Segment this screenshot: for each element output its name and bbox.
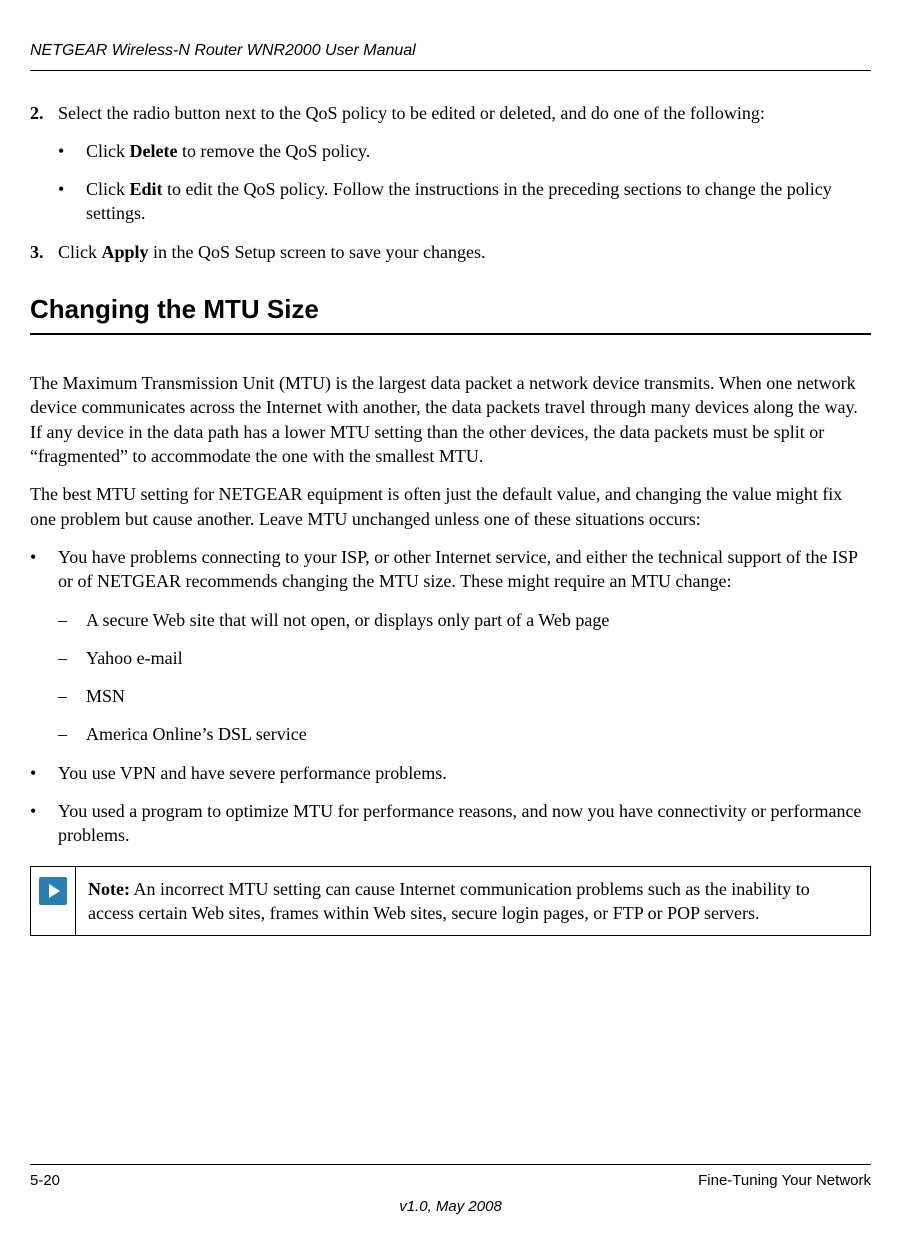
footer-top: 5-20 Fine-Tuning Your Network [30,1164,871,1191]
step-2-number: 2. [30,101,58,125]
text-suffix: to edit the QoS policy. Follow the instr… [86,179,832,223]
text-suffix: in the QoS Setup screen to save your cha… [149,242,486,262]
bullet-mark: • [30,799,58,848]
text-prefix: Click [86,179,130,199]
note-label: Note: [88,879,130,899]
page-content: 2. Select the radio button next to the Q… [30,101,871,937]
note-box: Note: An incorrect MTU setting can cause… [30,866,871,937]
paragraph-1: The Maximum Transmission Unit (MTU) is t… [30,371,871,468]
step-2: 2. Select the radio button next to the Q… [30,101,871,125]
step-3-text: Click Apply in the QoS Setup screen to s… [58,240,871,264]
dash-mark: – [58,646,86,670]
step-2-bullet-edit: • Click Edit to edit the QoS policy. Fol… [58,177,871,226]
bullet-text: You used a program to optimize MTU for p… [58,799,871,848]
dash-text: A secure Web site that will not open, or… [86,608,871,632]
dash-msn: – MSN [58,684,871,708]
bullet-text: You use VPN and have severe performance … [58,761,871,785]
dash-mark: – [58,722,86,746]
text-prefix: Click [58,242,102,262]
bullet-mark: • [58,139,86,163]
note-text: Note: An incorrect MTU setting can cause… [76,867,870,936]
text-suffix: to remove the QoS policy. [177,141,370,161]
dash-mark: – [58,684,86,708]
heading-mtu: Changing the MTU Size [30,292,871,335]
step-2-bullet-delete: • Click Delete to remove the QoS policy. [58,139,871,163]
bullet-mark: • [30,761,58,785]
page-footer: 5-20 Fine-Tuning Your Network v1.0, May … [30,1164,871,1218]
dash-aol: – America Online’s DSL service [58,722,871,746]
page-header: NETGEAR Wireless-N Router WNR2000 User M… [30,40,871,71]
note-icon-cell [31,867,76,936]
text-prefix: Click [86,141,130,161]
bullet-vpn: • You use VPN and have severe performanc… [30,761,871,785]
bullet-text: You have problems connecting to your ISP… [58,545,871,594]
step-2-text: Select the radio button next to the QoS … [58,101,871,125]
footer-page-number: 5-20 [30,1171,60,1191]
dash-secure-website: – A secure Web site that will not open, … [58,608,871,632]
bullet-isp-problems: • You have problems connecting to your I… [30,545,871,594]
note-body: An incorrect MTU setting can cause Inter… [88,879,810,923]
delete-bold: Delete [130,141,178,161]
apply-bold: Apply [102,242,149,262]
bullet-mark: • [58,177,86,226]
dash-yahoo: – Yahoo e-mail [58,646,871,670]
dash-text: America Online’s DSL service [86,722,871,746]
step-3: 3. Click Apply in the QoS Setup screen t… [30,240,871,264]
bullet-optimize: • You used a program to optimize MTU for… [30,799,871,848]
dash-text: MSN [86,684,871,708]
paragraph-2: The best MTU setting for NETGEAR equipme… [30,482,871,531]
header-title: NETGEAR Wireless-N Router WNR2000 User M… [30,42,416,59]
bullet-text: Click Edit to edit the QoS policy. Follo… [86,177,871,226]
dash-mark: – [58,608,86,632]
edit-bold: Edit [130,179,163,199]
dash-text: Yahoo e-mail [86,646,871,670]
bullet-text: Click Delete to remove the QoS policy. [86,139,871,163]
step-3-number: 3. [30,240,58,264]
bullet-mark: • [30,545,58,594]
footer-version: v1.0, May 2008 [30,1197,871,1217]
arrow-right-icon [39,877,67,905]
footer-section: Fine-Tuning Your Network [698,1171,871,1191]
